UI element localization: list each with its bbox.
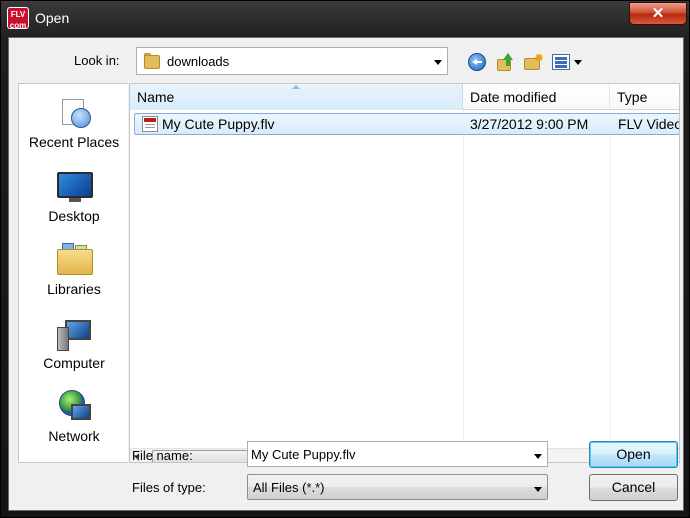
files-of-type-select[interactable]: All Files (*.*) [247, 474, 548, 500]
column-header-label: Type [617, 89, 648, 105]
up-one-level-icon[interactable] [497, 53, 515, 71]
views-menu-icon[interactable] [552, 54, 570, 70]
file-type-cell: FLV Video [618, 116, 680, 132]
file-list-view[interactable]: Name Date modified Type My Cute Puppy.fl… [129, 83, 680, 463]
file-name-label: File name: [132, 448, 193, 463]
sort-ascending-icon [292, 85, 300, 89]
column-divider [610, 110, 611, 448]
places-bar: Recent Places Desktop Libraries Computer… [18, 83, 128, 463]
chevron-down-icon[interactable] [434, 60, 442, 65]
file-name-combobox[interactable] [247, 441, 548, 467]
file-name-input[interactable] [251, 445, 521, 463]
files-of-type-value: All Files (*.*) [253, 480, 325, 495]
open-dialog-window: FLV com Open ✕ Look in: downloads ✸ Rece… [0, 0, 690, 518]
place-label: Recent Places [28, 134, 120, 150]
place-label: Network [48, 428, 100, 444]
desktop-icon [57, 170, 93, 204]
views-dropdown-chevron-icon[interactable] [574, 60, 582, 65]
place-desktop[interactable]: Desktop [19, 162, 129, 232]
files-of-type-label: Files of type: [132, 480, 206, 495]
flv-app-icon: FLV com [7, 7, 29, 30]
network-icon [57, 390, 93, 424]
file-date-cell: 3/27/2012 9:00 PM [470, 116, 589, 132]
place-label: Computer [43, 355, 105, 371]
place-libraries[interactable]: Libraries [19, 235, 129, 305]
place-recent-places[interactable]: Recent Places [19, 88, 129, 158]
column-divider [463, 110, 464, 448]
column-header-row: Name Date modified Type [130, 84, 679, 110]
column-header-date-modified[interactable]: Date modified [463, 84, 610, 110]
chevron-down-icon[interactable] [534, 454, 542, 459]
new-folder-icon[interactable]: ✸ [524, 52, 544, 71]
chevron-down-icon[interactable] [534, 487, 542, 492]
open-button[interactable]: Open [589, 441, 678, 468]
file-name-cell: My Cute Puppy.flv [162, 116, 275, 132]
column-header-label: Date modified [470, 89, 557, 105]
look-in-label: Look in: [74, 53, 120, 68]
look-in-value: downloads [167, 54, 230, 69]
place-label: Desktop [48, 208, 100, 224]
computer-icon [57, 317, 93, 351]
cancel-button[interactable]: Cancel [589, 474, 678, 501]
flv-file-icon [142, 116, 158, 132]
folder-icon [144, 53, 160, 69]
window-title: Open [35, 10, 70, 26]
close-icon: ✕ [651, 5, 665, 22]
back-icon[interactable] [468, 53, 486, 71]
dialog-client-area: Look in: downloads ✸ Recent Places Deskt… [8, 37, 684, 511]
column-header-label: Name [137, 89, 175, 105]
place-network[interactable]: Network [19, 382, 129, 452]
place-label: Libraries [47, 281, 101, 297]
place-computer[interactable]: Computer [19, 309, 129, 379]
recent-places-icon [57, 96, 93, 130]
libraries-icon [57, 243, 93, 277]
look-in-combobox[interactable]: downloads [136, 47, 448, 75]
column-header-type[interactable]: Type [610, 84, 679, 110]
close-button[interactable]: ✕ [629, 2, 687, 25]
column-header-name[interactable]: Name [130, 84, 463, 110]
title-bar[interactable]: FLV com Open ✕ [1, 1, 690, 37]
file-row[interactable]: My Cute Puppy.flv 3/27/2012 9:00 PM FLV … [134, 113, 680, 135]
